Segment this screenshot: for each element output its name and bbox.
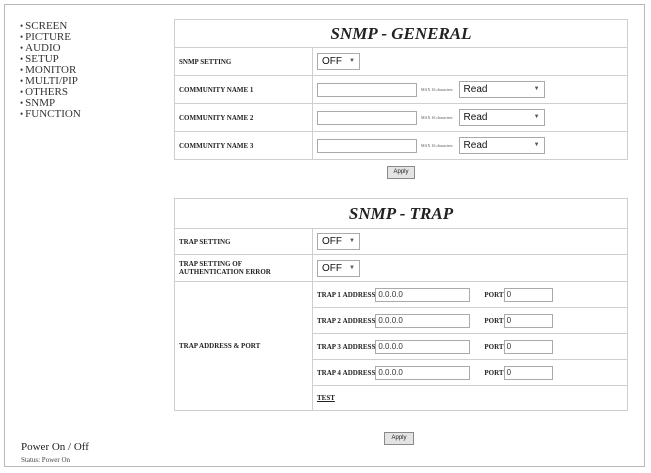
trap-setting-cell: OFF ▼ bbox=[312, 228, 628, 255]
community-name-2-hint: MAX 16 characters bbox=[421, 115, 453, 120]
caret-down-icon: ▼ bbox=[349, 238, 355, 244]
bullet-icon: • bbox=[20, 109, 24, 119]
community-name-1-hint: MAX 16 characters bbox=[421, 87, 453, 92]
trap-auth-error-label: TRAP SETTING OF AUTHENTICATION ERROR bbox=[174, 254, 313, 282]
bullet-icon: • bbox=[20, 98, 24, 108]
caret-down-icon: ▼ bbox=[533, 142, 540, 148]
trap-4-port-caption: PORT bbox=[484, 368, 504, 377]
community-name-3-input[interactable] bbox=[317, 138, 417, 153]
trap-4-row: TRAP 4 ADDRESS 0.0.0.0 PORT 0 bbox=[312, 359, 628, 386]
snmp-setting-value: OFF bbox=[322, 56, 342, 67]
trap-4-address-caption: ADDRESS bbox=[342, 368, 376, 377]
trap-test-cell: TEST bbox=[312, 385, 628, 411]
trap-address-port-label: TRAP ADDRESS & PORT bbox=[174, 281, 313, 411]
community-name-1-access-select[interactable]: Read ▼ bbox=[458, 81, 545, 98]
bullet-icon: • bbox=[20, 65, 24, 75]
trap-3-port-input[interactable]: 0 bbox=[503, 339, 553, 354]
caret-down-icon: ▼ bbox=[349, 58, 355, 64]
community-name-3-cell: MAX 16 characters Read ▼ bbox=[312, 131, 628, 160]
power-status-text: Status: Power On bbox=[21, 456, 70, 464]
community-name-3-access-value: Read bbox=[463, 140, 488, 151]
community-name-1-access-value: Read bbox=[463, 84, 488, 95]
trap-4-label: TRAP 4 bbox=[317, 368, 341, 377]
community-name-2-input[interactable] bbox=[317, 110, 417, 125]
community-name-2-access-value: Read bbox=[463, 112, 488, 123]
community-name-3-access-select[interactable]: Read ▼ bbox=[458, 137, 545, 154]
trap-auth-error-cell: OFF ▼ bbox=[312, 254, 628, 282]
trap-2-label: TRAP 2 bbox=[317, 316, 341, 325]
trap-1-port-input[interactable]: 0 bbox=[503, 287, 553, 302]
snmp-general-panel: SNMP - GENERAL SNMP SETTING OFF ▼ COMMUNI… bbox=[174, 19, 628, 160]
trap-1-address-input[interactable]: 0.0.0.0 bbox=[375, 287, 471, 302]
trap-auth-error-label-line1: TRAP SETTING OF bbox=[179, 260, 243, 268]
community-name-1-cell: MAX 16 characters Read ▼ bbox=[312, 75, 628, 104]
power-toggle-link[interactable]: Power On / Off bbox=[21, 441, 89, 453]
trap-2-address-input[interactable]: 0.0.0.0 bbox=[375, 313, 471, 328]
general-apply-button[interactable]: Apply bbox=[387, 166, 415, 179]
snmp-setting-label: SNMP SETTING bbox=[174, 47, 313, 76]
community-name-2-cell: MAX 16 characters Read ▼ bbox=[312, 103, 628, 132]
community-name-2-label: COMMUNITY NAME 2 bbox=[174, 103, 313, 132]
bullet-icon: • bbox=[20, 87, 24, 97]
snmp-setting-cell: OFF ▼ bbox=[312, 47, 628, 76]
snmp-trap-title: SNMP - TRAP bbox=[174, 198, 628, 229]
trap-setting-label: TRAP SETTING bbox=[174, 228, 313, 255]
trap-3-address-input[interactable]: 0.0.0.0 bbox=[375, 339, 471, 354]
bullet-icon: • bbox=[20, 21, 24, 31]
snmp-trap-panel: SNMP - TRAP TRAP SETTING OFF ▼ TRAP SETTI… bbox=[174, 198, 628, 411]
sidebar-item-label: FUNCTION bbox=[25, 108, 81, 120]
trap-4-port-input[interactable]: 0 bbox=[503, 365, 553, 380]
community-name-1-input[interactable] bbox=[317, 82, 417, 97]
snmp-general-title: SNMP - GENERAL bbox=[174, 19, 628, 48]
trap-2-address-caption: ADDRESS bbox=[342, 316, 376, 325]
trap-2-port-caption: PORT bbox=[484, 316, 504, 325]
sidebar-item-function[interactable]: • FUNCTION bbox=[20, 109, 130, 120]
caret-down-icon: ▼ bbox=[533, 86, 540, 92]
caret-down-icon: ▼ bbox=[349, 264, 355, 271]
trap-3-row: TRAP 3 ADDRESS 0.0.0.0 PORT 0 bbox=[312, 333, 628, 360]
trap-4-address-input[interactable]: 0.0.0.0 bbox=[375, 365, 471, 380]
community-name-2-access-select[interactable]: Read ▼ bbox=[458, 109, 545, 126]
snmp-setting-select[interactable]: OFF ▼ bbox=[317, 53, 360, 70]
trap-auth-error-select[interactable]: OFF ▼ bbox=[317, 259, 360, 277]
trap-1-row: TRAP 1 ADDRESS 0.0.0.0 PORT 0 bbox=[312, 281, 628, 308]
trap-test-link[interactable]: TEST bbox=[317, 394, 335, 402]
trap-3-address-caption: ADDRESS bbox=[342, 342, 376, 351]
trap-auth-error-label-line2: AUTHENTICATION ERROR bbox=[179, 268, 271, 276]
trap-3-label: TRAP 3 bbox=[317, 342, 341, 351]
trap-apply-button[interactable]: Apply bbox=[384, 432, 414, 445]
sidebar-nav: • SCREEN • PICTURE • AUDIO • SETUP • MONITOR … bbox=[20, 21, 130, 120]
trap-2-port-input[interactable]: 0 bbox=[503, 313, 553, 328]
bullet-icon: • bbox=[20, 43, 24, 53]
bullet-icon: • bbox=[20, 54, 24, 64]
trap-1-label: TRAP 1 bbox=[317, 290, 341, 299]
bullet-icon: • bbox=[20, 76, 24, 86]
community-name-3-label: COMMUNITY NAME 3 bbox=[174, 131, 313, 160]
trap-2-row: TRAP 2 ADDRESS 0.0.0.0 PORT 0 bbox=[312, 307, 628, 334]
trap-1-port-caption: PORT bbox=[484, 290, 504, 299]
caret-down-icon: ▼ bbox=[533, 114, 540, 120]
trap-auth-error-value: OFF bbox=[322, 262, 342, 274]
community-name-3-hint: MAX 16 characters bbox=[421, 143, 453, 148]
trap-setting-value: OFF bbox=[322, 236, 342, 247]
trap-setting-select[interactable]: OFF ▼ bbox=[317, 233, 360, 250]
community-name-1-label: COMMUNITY NAME 1 bbox=[174, 75, 313, 104]
trap-1-address-caption: ADDRESS bbox=[342, 290, 376, 299]
bullet-icon: • bbox=[20, 32, 24, 42]
trap-3-port-caption: PORT bbox=[484, 342, 504, 351]
